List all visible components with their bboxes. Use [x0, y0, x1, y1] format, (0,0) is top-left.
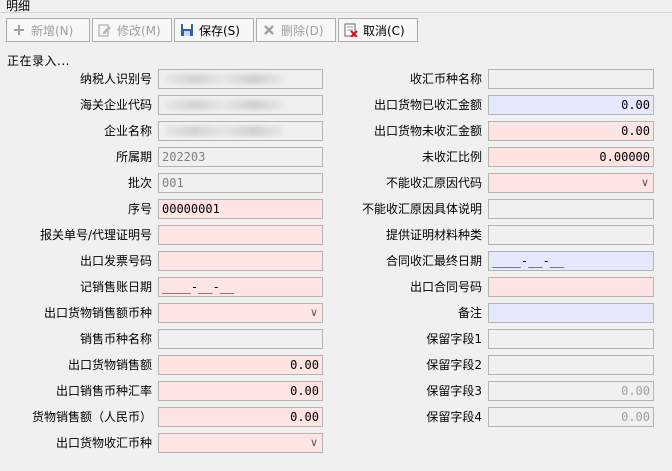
right-field-label: 提供证明材料种类: [385, 228, 482, 242]
right-field-label: 备注: [457, 306, 482, 320]
right-field-label: 未收汇比例: [421, 150, 482, 164]
right-field-input[interactable]: 0.00: [488, 407, 654, 427]
left-field-label: 出口货物收汇币种: [55, 436, 152, 450]
delete-icon: [261, 22, 277, 38]
right-field-label: 出口合同号码: [409, 280, 482, 294]
right-field-label: 保留字段3: [426, 384, 482, 398]
field-value: 0.00: [621, 410, 650, 424]
status-text: 正在录入...: [7, 54, 70, 68]
right-field-label: 保留字段1: [426, 332, 482, 346]
left-field-select[interactable]: ∨: [158, 433, 323, 453]
delete-button[interactable]: 删除(D): [256, 18, 336, 42]
plus-icon: [11, 22, 27, 38]
chevron-down-icon[interactable]: ∨: [641, 174, 649, 192]
save-button[interactable]: 保存(S): [174, 18, 254, 42]
save-icon: [179, 22, 195, 38]
add-button[interactable]: 新增(N): [6, 18, 90, 42]
field-value: 0.00: [621, 384, 650, 398]
right-field-label: 不能收汇原因代码: [385, 176, 482, 190]
toolbar-divider: [0, 12, 672, 13]
delete-button-label: 删除(D): [281, 23, 324, 38]
edit-icon: [97, 22, 113, 38]
right-field-input[interactable]: [488, 303, 654, 323]
right-field-label: 收汇币种名称: [409, 72, 482, 86]
right-field-input[interactable]: 0.00: [488, 121, 654, 141]
right-field-label: 合同收汇最终日期: [385, 254, 482, 268]
add-button-label: 新增(N): [31, 23, 74, 38]
right-field-label: 保留字段4: [426, 410, 482, 424]
right-field-label: 出口货物已收汇金额: [373, 98, 482, 112]
field-value: ____-__-__: [492, 254, 565, 268]
right-field-input[interactable]: [488, 277, 654, 297]
cancel-icon: [343, 22, 359, 38]
edit-button[interactable]: 修改(M): [92, 18, 172, 42]
right-field-input[interactable]: [488, 69, 654, 89]
right-field-input[interactable]: [488, 355, 654, 375]
cancel-button-label: 取消(C): [363, 23, 405, 38]
save-button-label: 保存(S): [199, 23, 240, 38]
right-field-input[interactable]: [488, 225, 654, 245]
edit-button-label: 修改(M): [117, 23, 161, 38]
right-field-label: 出口货物未收汇金额: [373, 124, 482, 138]
right-field-label: 保留字段2: [426, 358, 482, 372]
right-field-input[interactable]: 0.00: [488, 95, 654, 115]
field-value: 0.00000: [599, 150, 650, 164]
right-field-input[interactable]: ____-__-__: [488, 251, 654, 271]
right-field-input[interactable]: [488, 199, 654, 219]
field-value: 0.00: [621, 124, 650, 138]
field-value: 0.00: [621, 98, 650, 112]
right-field-select[interactable]: ∨: [488, 173, 654, 193]
right-field-input[interactable]: 0.00000: [488, 147, 654, 167]
chevron-down-icon[interactable]: ∨: [310, 434, 318, 452]
right-field-input[interactable]: 0.00: [488, 381, 654, 401]
right-field-label: 不能收汇原因具体说明: [361, 202, 482, 216]
cancel-button[interactable]: 取消(C): [338, 18, 418, 42]
right-field-input[interactable]: [488, 329, 654, 349]
